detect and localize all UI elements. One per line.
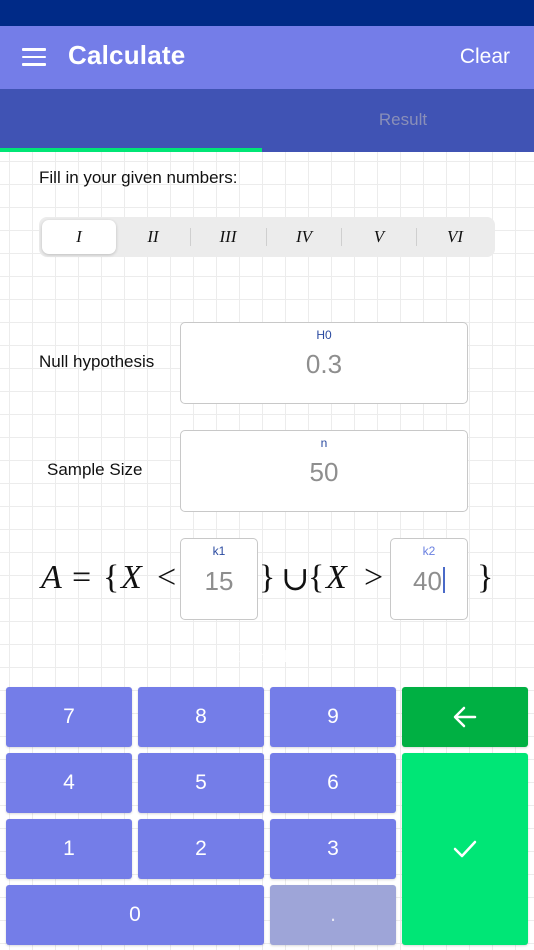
instruction-text: Fill in your given numbers: — [39, 168, 238, 187]
key-0[interactable]: 0 — [6, 885, 264, 945]
formula-union: ∪ — [281, 561, 310, 598]
case-option-iii[interactable]: III — [191, 220, 265, 254]
case-option-v[interactable]: V — [342, 220, 416, 254]
formula-lhs: A — [41, 559, 62, 596]
app-title: Calculate — [68, 40, 186, 70]
key-1[interactable]: 1 — [6, 819, 132, 879]
segment-divider — [416, 228, 417, 246]
k1-value: 15 — [204, 566, 234, 596]
key-9[interactable]: 9 — [270, 687, 396, 747]
tab-result[interactable]: Result — [272, 89, 534, 152]
case-option-ii[interactable]: II — [116, 220, 190, 254]
formula-equals: = — [72, 559, 92, 596]
sample-size-field[interactable]: n 50 — [180, 430, 468, 512]
rejection-region-formula: A = { X < k1 15 } ∪ { X > k2 40 } — [0, 537, 534, 622]
case-option-vi[interactable]: VI — [418, 220, 492, 254]
case-option-iv[interactable]: IV — [267, 220, 341, 254]
hamburger-menu-icon[interactable] — [22, 48, 46, 66]
null-hypothesis-tag: H0 — [316, 328, 332, 342]
sample-size-value: 50 — [309, 457, 339, 487]
null-hypothesis-value: 0.3 — [305, 349, 343, 379]
formula-close-brace-2: } — [477, 559, 494, 596]
formula-close-brace-1: } — [259, 559, 276, 596]
formula-greater-than: > — [364, 559, 384, 596]
null-hypothesis-field[interactable]: H0 0.3 — [180, 322, 468, 404]
checkmark-icon — [453, 840, 477, 858]
key-2[interactable]: 2 — [138, 819, 264, 879]
key-6[interactable]: 6 — [270, 753, 396, 813]
formula-open-brace-1: { — [103, 559, 120, 596]
k2-value: 40 — [413, 566, 442, 596]
key-7[interactable]: 7 — [6, 687, 132, 747]
key-decimal[interactable]: . — [270, 885, 396, 945]
formula-open-brace-2: { — [308, 559, 325, 596]
status-bar — [0, 0, 534, 26]
confirm-button[interactable] — [402, 753, 528, 945]
clear-button[interactable]: Clear — [460, 45, 510, 69]
formula-var-1: X — [121, 559, 142, 596]
text-cursor — [442, 567, 445, 593]
sample-size-label: Sample Size — [47, 460, 143, 479]
k1-field[interactable]: k1 15 — [180, 538, 258, 620]
tab-indicator — [0, 148, 262, 152]
key-3[interactable]: 3 — [270, 819, 396, 879]
k2-value-wrap: 40 — [391, 566, 467, 597]
numeric-keypad: 7 8 9 4 5 6 1 2 3 0 . — [0, 680, 534, 950]
sample-size-tag: n — [320, 436, 328, 450]
key-5[interactable]: 5 — [138, 753, 264, 813]
formula-var-2: X — [326, 559, 347, 596]
k2-field[interactable]: k2 40 — [390, 538, 468, 620]
app-bar: Calculate Clear — [0, 26, 534, 89]
k2-tag: k2 — [422, 544, 436, 558]
key-4[interactable]: 4 — [6, 753, 132, 813]
arrow-left-icon — [453, 706, 477, 728]
null-hypothesis-label: Null hypothesis — [39, 352, 155, 371]
backspace-button[interactable] — [402, 687, 528, 747]
k1-tag: k1 — [212, 544, 226, 558]
key-8[interactable]: 8 — [138, 687, 264, 747]
case-option-i[interactable]: I — [42, 220, 116, 254]
formula-less-than: < — [157, 559, 177, 596]
tab-bar: Formula Result — [0, 89, 534, 666]
case-selector: I II III IV V VI — [39, 217, 495, 257]
